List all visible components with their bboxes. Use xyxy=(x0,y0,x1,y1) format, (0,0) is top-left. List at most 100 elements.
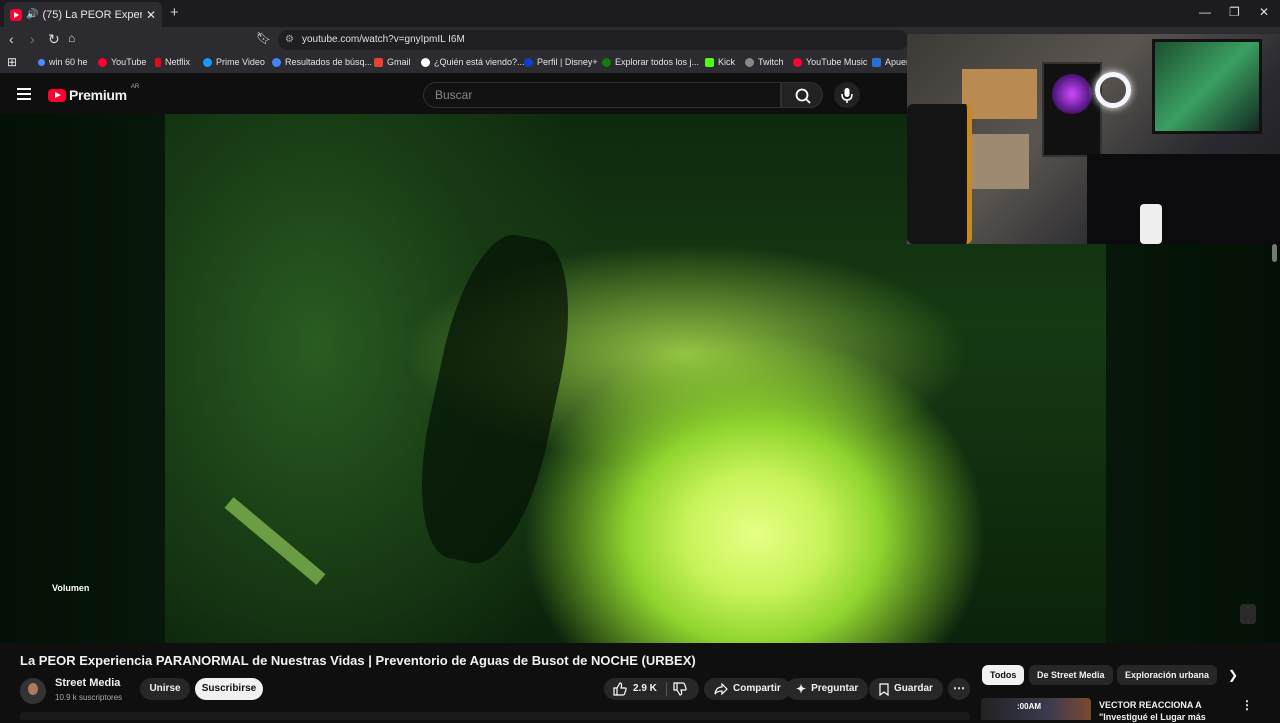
restore-icon[interactable]: ❐ xyxy=(1229,5,1240,19)
save-button[interactable]: Guardar xyxy=(869,678,943,700)
ambient-left xyxy=(0,114,165,643)
youtube-music-favicon-icon xyxy=(793,57,802,67)
bookmark-item[interactable]: win 60 he xyxy=(38,57,88,67)
thumbnail-text: :00AM xyxy=(1017,702,1042,711)
chip-from-channel[interactable]: De Street Media xyxy=(1029,665,1113,685)
gaming-chair xyxy=(907,104,972,244)
cardboard-box xyxy=(962,69,1037,119)
thumbs-up-icon xyxy=(613,682,627,696)
logo-text: Premium xyxy=(69,87,127,103)
youtube-favicon-icon xyxy=(10,8,22,21)
bookmark-item[interactable]: Apuer xyxy=(872,57,909,67)
shelf xyxy=(969,134,1029,189)
globe-icon xyxy=(745,57,754,67)
like-dislike-group: 2.9 K xyxy=(604,678,699,700)
search-favicon-icon xyxy=(272,57,281,67)
back-icon[interactable]: ‹ xyxy=(9,31,14,47)
video-info: La PEOR Experiencia PARANORMAL de Nuestr… xyxy=(0,643,1280,723)
search-input[interactable]: Buscar xyxy=(423,82,781,108)
bookmark-item[interactable]: Twitch xyxy=(745,57,784,67)
channel-avatar[interactable] xyxy=(20,678,46,704)
like-separator xyxy=(666,682,667,696)
mini-avatar[interactable] xyxy=(1240,604,1256,624)
youtube-favicon-icon xyxy=(98,57,107,67)
thumbs-down-icon xyxy=(673,682,687,696)
viewer-favicon-icon xyxy=(421,57,430,67)
speaker-icon[interactable]: 🔊 xyxy=(26,9,38,20)
monitor xyxy=(1152,39,1262,134)
desk xyxy=(1087,154,1280,244)
more-actions-icon[interactable]: ⋯ xyxy=(948,678,970,700)
url-field[interactable]: ⚙ youtube.com/watch?v=gnyIpmIL I6M xyxy=(278,30,908,50)
dislike-button[interactable] xyxy=(672,678,688,709)
bookmark-item[interactable]: YouTube Music xyxy=(793,57,867,67)
voice-search-button[interactable] xyxy=(834,82,860,108)
netflix-favicon-icon xyxy=(155,57,161,67)
ask-label: Preguntar xyxy=(811,683,859,694)
video-title: La PEOR Experiencia PARANORMAL de Nuestr… xyxy=(20,653,696,668)
save-bookmark-icon xyxy=(879,682,889,696)
apuestas-favicon-icon xyxy=(872,57,881,67)
country-code: AR xyxy=(130,84,140,90)
bookmark-item[interactable]: Resultados de búsq... xyxy=(272,57,372,67)
save-label: Guardar xyxy=(894,683,933,694)
like-button[interactable]: 2.9 K xyxy=(612,678,657,700)
close-window-icon[interactable]: ✕ xyxy=(1259,5,1269,19)
home-icon[interactable]: ⌂ xyxy=(68,31,75,45)
scrollbar-thumb[interactable] xyxy=(1272,244,1277,262)
like-count: 2.9 K xyxy=(633,683,657,694)
chip-all[interactable]: Todos xyxy=(982,665,1025,685)
video-light-streak xyxy=(224,497,326,585)
xbox-favicon-icon xyxy=(602,57,611,67)
share-button[interactable]: Compartir xyxy=(704,678,791,700)
search-icon xyxy=(795,88,811,104)
forward-icon[interactable]: › xyxy=(30,31,35,47)
ring-light xyxy=(1095,72,1131,108)
related-menu-icon[interactable]: ⋮ xyxy=(1241,698,1253,712)
share-label: Compartir xyxy=(733,683,781,694)
hamburger-menu-icon[interactable] xyxy=(17,88,31,100)
channel-name[interactable]: Street Media xyxy=(55,677,120,689)
browser-tab-strip: 🔊 (75) La PEOR Experiencia PAR ✕ + — ❐ ✕ xyxy=(0,0,1280,27)
bookmark-item[interactable]: Kick xyxy=(705,57,735,67)
join-button[interactable]: Unirse xyxy=(140,678,190,700)
bookmark-item[interactable]: ¿Quién está viendo?... xyxy=(421,57,525,67)
apps-grid-icon[interactable]: ⊞ xyxy=(7,55,17,69)
url-text: youtube.com/watch?v=gnyIpmIL I6M xyxy=(302,34,465,45)
new-tab-icon[interactable]: + xyxy=(170,4,179,21)
youtube-logo[interactable]: Premium AR xyxy=(48,84,140,103)
kick-favicon-icon xyxy=(705,57,714,67)
related-title-line1: VECTOR REACCIONA A xyxy=(1099,700,1202,710)
related-video-title[interactable]: VECTOR REACCIONA A "Investigué el Lugar … xyxy=(1099,699,1229,723)
description-box-edge xyxy=(20,712,970,720)
webcam-overlay xyxy=(907,34,1280,244)
chip-urban-exploration[interactable]: Exploración urbana xyxy=(1117,665,1218,685)
microphone-icon xyxy=(841,88,853,103)
spray-bottle xyxy=(1140,204,1162,244)
disney-favicon-icon xyxy=(524,57,533,67)
gmail-favicon-icon xyxy=(374,57,383,67)
close-tab-icon[interactable]: ✕ xyxy=(146,8,156,22)
bookmark-item[interactable]: YouTube xyxy=(98,57,146,67)
pc-case xyxy=(1042,62,1102,157)
bookmark-item[interactable]: Prime Video xyxy=(203,57,265,67)
bookmark-item[interactable]: Perfil | Disney+ xyxy=(524,57,598,67)
bookmark-item[interactable]: Netflix xyxy=(155,57,190,67)
site-info-icon[interactable]: ⚙ xyxy=(285,30,294,50)
bookmark-item[interactable]: Gmail xyxy=(374,57,411,67)
related-thumbnail[interactable]: :00AM xyxy=(981,698,1091,720)
subscriber-count: 10.9 k suscriptores xyxy=(55,693,123,702)
share-icon xyxy=(714,683,728,695)
reload-icon[interactable]: ↻ xyxy=(48,31,60,48)
bookmark-item[interactable]: Explorar todos los j... xyxy=(602,57,699,67)
minimize-icon[interactable]: — xyxy=(1199,5,1211,19)
bookmark-favicon-icon xyxy=(38,58,45,66)
browser-tab[interactable]: 🔊 (75) La PEOR Experiencia PAR ✕ xyxy=(4,2,162,27)
chevron-right-icon[interactable]: ❯ xyxy=(1228,668,1238,682)
ask-button[interactable]: ✦ Preguntar xyxy=(786,678,869,700)
related-title-line2: "Investigué el Lugar más xyxy=(1099,712,1206,722)
search-button[interactable] xyxy=(781,82,823,108)
tab-title: (75) La PEOR Experiencia PAR xyxy=(42,8,142,21)
bookmark-icon[interactable]: 🔖︎ xyxy=(256,31,271,45)
subscribe-button[interactable]: Suscribirse xyxy=(195,678,263,700)
